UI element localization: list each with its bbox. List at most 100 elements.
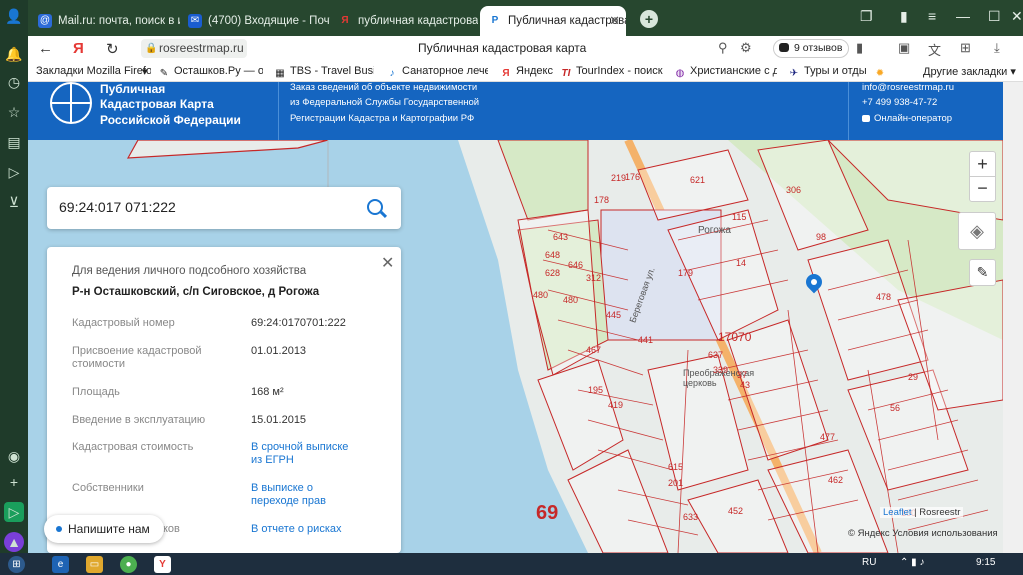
reload-icon[interactable]: ↻ [106,40,119,58]
ti-icon: TI [561,68,571,79]
permissions-icon[interactable]: ⚙ [740,40,752,56]
yandex-browser-icon[interactable]: Y [154,556,171,573]
clock[interactable]: 9:15 [976,557,995,568]
collections-icon[interactable]: ▤ [4,132,24,152]
mailru-icon: @ [38,14,52,28]
add-icon[interactable]: + [4,472,24,492]
bookmark-label: Христианские с др [690,65,777,77]
map-label: 98 [816,232,827,242]
close-icon[interactable]: ✕ [381,253,394,273]
tab-yandex-search[interactable]: Я публичная кадастровая к [330,6,478,36]
yandex-icon: Я [341,15,349,26]
online-label: Онлайн-оператор [874,113,953,124]
url-text: rosreestrmap.ru [159,41,244,55]
tab-mail-inbox[interactable]: ✉ (4700) Входящие - Почта [180,6,330,36]
alice-icon[interactable]: ▲ [4,532,24,552]
menu-icon[interactable]: ≡ [928,8,936,24]
contact-phone[interactable]: +7 499 938-47-72 [862,97,937,108]
app-icon[interactable]: ◉ [4,446,24,466]
header-text-1[interactable]: Заказ сведений об объекте недвижимости [290,82,477,93]
maximize-icon[interactable]: ☐ [988,8,1001,25]
bookmark-label: Туры и отды [804,65,867,77]
map-label: 419 [608,400,624,410]
brand-line-1: Публичная [100,82,166,96]
bookmark-tours[interactable]: ✈ Туры и отды [788,65,874,80]
chrome-icon[interactable]: ● [120,556,137,573]
zoom-out-button[interactable]: − [970,177,995,202]
risks-report-link[interactable]: В отчете о рисках [251,523,391,536]
new-tab-button[interactable]: + [640,10,658,28]
back-icon[interactable]: ← [38,40,53,57]
language-indicator[interactable]: RU [862,557,876,568]
other-bookmarks[interactable]: Другие закладки ▾ [923,65,1016,78]
location-pin-icon[interactable] [802,270,826,302]
tab-rosreestr[interactable]: P Публичная кадастровая ✕ [480,6,626,36]
header-text-3[interactable]: Регистрации Кадастра и Картографии РФ [290,113,474,124]
bookmark-flag-icon[interactable]: ▮ [900,8,908,25]
leaflet-link[interactable]: Leaflet [883,507,912,518]
parcel-address: Р-н Осташковский, с/п Сиговское, д Рогож… [72,286,320,298]
contact-email[interactable]: info@rosreestrmap.ru [862,82,954,93]
downloads-icon[interactable]: ⤓ [994,40,1000,56]
bookmark-ostashkov[interactable]: ✎ Осташков.Ру — ос [158,65,263,80]
location-icon[interactable]: ⚲ [718,40,728,56]
yandex-attribution[interactable]: © Яндекс Условия использования [848,528,998,539]
header-text-2[interactable]: из Федеральной Службы Государственной [290,97,479,108]
collections-icon[interactable]: ⊞ [960,40,971,56]
bookmark-tbs[interactable]: ▦ TBS - Travel Busine [274,65,374,80]
globe-logo-icon[interactable] [50,82,92,124]
minimize-icon[interactable]: — [956,8,970,24]
ruler-button[interactable]: ✎ [969,259,996,286]
field-label: Кадастровый номер [72,317,175,329]
map-label: Рогожа [698,225,731,236]
map-label: 306 [786,185,802,195]
online-operator-link[interactable]: Онлайн-оператор [862,113,952,124]
history-icon[interactable]: ◷ [4,72,24,92]
bookmark-sun[interactable]: ✹ [874,65,894,80]
map-label: 637 [708,350,724,360]
play-icon[interactable]: ▷ [4,162,24,182]
bookmark-yandex[interactable]: Я Яндекс [500,65,555,80]
map-label: 56 [890,403,901,413]
profile-icon[interactable]: 👤 [4,6,24,26]
bookmark-sanatorium[interactable]: ♪ Санаторное лечен [386,65,489,80]
map-label: 176 [625,172,641,182]
bookmark-tourindex[interactable]: TI TourIndex - поиск [560,65,663,80]
download-icon[interactable]: ⊻ [4,192,24,212]
search-box[interactable]: 69:24:017 071:222 [47,187,401,229]
brand-line-2: Кадастровая Карта [100,97,214,111]
tray-icons[interactable]: ⌃ ▮ ♪ [900,557,924,568]
bookmark-icon[interactable]: ▮ [856,40,863,56]
map-label: 339 [713,365,729,375]
bookmark-christian[interactable]: ◍ Христианские с др [674,65,777,80]
chat-icon [862,115,870,122]
chat-label: Напишите нам [68,522,150,536]
messenger-icon[interactable]: ▷ [4,502,24,522]
rights-transfer-link[interactable]: В выписке о переходе прав [251,482,351,508]
translate-icon[interactable]: 文 [928,40,941,59]
notifications-icon[interactable]: 🔔 [4,44,24,64]
explorer-icon[interactable]: ▭ [86,556,103,573]
egrn-link[interactable]: В срочной выписке из ЕГРН [251,441,361,467]
bookmark-firefox[interactable]: Закладки Mozilla Firefo [36,65,151,77]
zoom-in-button[interactable]: + [970,152,995,177]
ie-icon[interactable]: e [52,556,69,573]
start-icon[interactable]: ⊞ [8,556,25,573]
chat-widget-button[interactable]: Напишите нам [44,515,164,543]
search-icon[interactable] [367,199,383,215]
map-label: 115 [732,212,747,222]
bookmarks-icon[interactable]: ☆ [4,102,24,122]
close-window-icon[interactable]: ✕ [1011,8,1023,25]
extension-icon[interactable]: ▣ [898,40,910,56]
reviews-button[interactable]: 9 отзывов [773,39,850,58]
bookmark-caret-icon[interactable]: ▾ [142,65,148,78]
pen-icon: ✎ [159,68,169,79]
close-tab-icon[interactable]: ✕ [609,6,620,36]
url-field[interactable]: 🔒 rosreestrmap.ru [141,39,247,58]
yandex-logo-icon[interactable]: Я [73,40,84,57]
tab-mailru[interactable]: @ Mail.ru: почта, поиск в ин [30,6,180,36]
page-scrollbar[interactable] [1003,82,1023,553]
tabs-menu-icon[interactable]: ❐ [860,8,873,25]
search-input[interactable]: 69:24:017 071:222 [59,199,176,215]
layers-button[interactable]: ◈ [958,212,996,250]
